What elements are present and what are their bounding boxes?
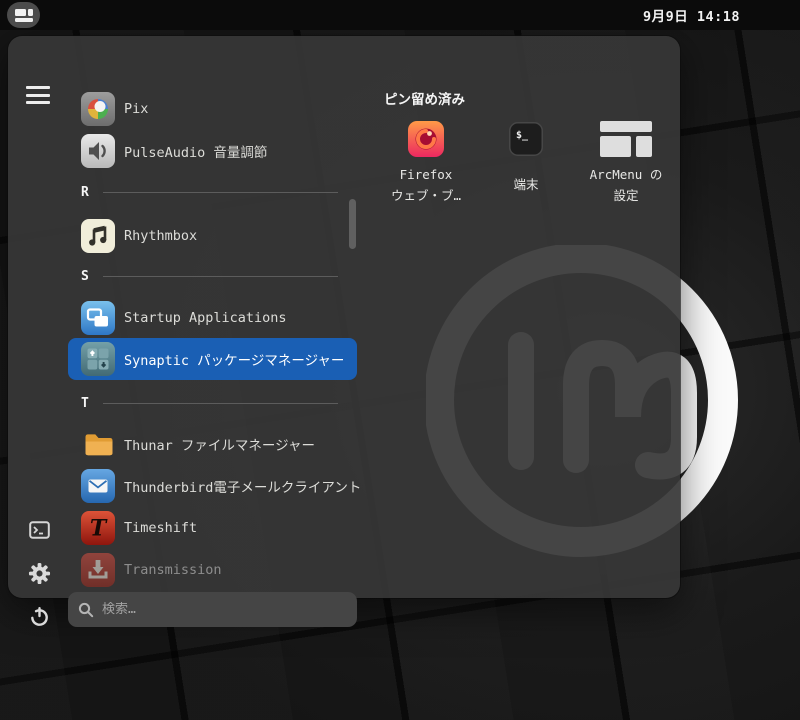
app-item-timeshift[interactable]: T Timeshift [68,511,357,545]
app-item-label: Thunar ファイルマネージャー [124,438,315,454]
app-item-label: PulseAudio 音量調節 [124,145,268,161]
app-item-rhythmbox[interactable]: Rhythmbox [68,219,357,253]
app-item-label: Timeshift [124,520,198,536]
rhythmbox-icon [81,219,115,253]
pix-icon [81,92,115,126]
svg-text:$_: $_ [516,130,529,141]
top-bar: 9月9日 14:18 [0,0,800,30]
timeshift-icon: T [81,511,115,545]
synaptic-icon [81,342,115,376]
arcmenu-panel-button[interactable] [7,2,40,28]
pinned-section-title: ピン留め済み [384,92,465,108]
arcmenu-panel: Pix PulseAudio 音量調節 R Rhythmbox S Startu… [8,36,680,627]
thunderbird-icon [81,469,115,503]
scrollbar-thumb[interactable] [349,199,356,249]
app-item-pix[interactable]: Pix [68,92,357,126]
app-item-label: Synaptic パッケージマネージャー [124,353,345,369]
pinned-item-label: 端末 [513,177,539,193]
app-item-label: Pix [124,101,149,117]
app-item-pulseaudio[interactable]: PulseAudio 音量調節 [68,134,357,168]
section-header-s: S [68,266,357,286]
pinned-item-arcmenu[interactable]: ArcMenu の設定 [576,116,676,208]
app-item-label: Transmission [124,562,222,578]
section-header-t: T [68,393,357,413]
pulseaudio-icon [81,134,115,168]
firefox-icon [408,116,444,162]
section-header-r: R [68,182,357,202]
settings-gear-icon[interactable] [27,561,51,585]
app-item-thunar[interactable]: Thunar ファイルマネージャー [68,427,357,461]
transmission-icon [81,553,115,587]
app-item-startup[interactable]: Startup Applications [68,301,357,335]
app-item-transmission[interactable]: Transmission [68,553,357,587]
power-icon[interactable] [27,604,51,628]
section-letter: S [81,268,89,284]
section-divider [103,191,338,193]
pinned-item-label: ArcMenu の設定 [589,166,663,204]
section-letter: R [81,184,89,200]
desktop: 9月9日 14:18 Pix PulseAudio 音量調節 R Rhythmb… [0,0,800,720]
sidebar [26,518,52,628]
arcmenu-icon [600,116,652,162]
search-box [68,592,357,627]
search-icon [78,602,94,617]
section-divider [103,402,338,404]
hamburger-menu-icon[interactable] [26,86,50,104]
app-item-label: Rhythmbox [124,228,198,244]
arcmenu-icon [14,8,33,22]
app-item-label: Startup Applications [124,310,287,326]
terminal-icon: $_ [509,116,543,162]
section-divider [103,275,338,277]
pinned-item-firefox[interactable]: Firefox ウェブ・ブ… [376,116,476,208]
app-item-thunderbird[interactable]: Thunderbird電子メールクライアント [68,469,361,503]
app-item-label: Thunderbird電子メールクライアント [124,480,362,496]
pinned-item-label: Firefox ウェブ・ブ… [390,166,462,204]
startup-icon [81,301,115,335]
thunar-icon [81,427,115,461]
svg-text:T: T [90,516,108,542]
search-input[interactable] [102,602,347,617]
pinned-apps: Firefox ウェブ・ブ… $_ 端末 ArcMenu の設定 [376,116,676,208]
terminal-shortcut-icon[interactable] [27,518,51,542]
clock: 9月9日 14:18 [643,9,741,25]
pinned-item-terminal[interactable]: $_ 端末 [476,116,576,208]
app-item-synaptic[interactable]: Synaptic パッケージマネージャー [68,338,357,380]
section-letter: T [81,395,89,411]
